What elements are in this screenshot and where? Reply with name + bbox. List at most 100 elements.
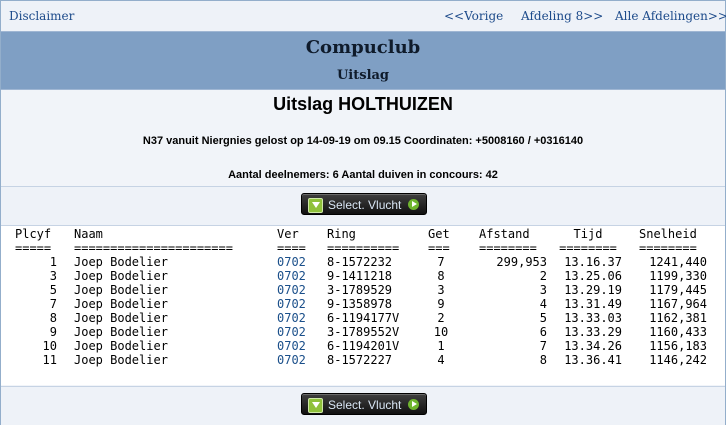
club-header: Compuclub Uitslag bbox=[1, 31, 725, 90]
separator-plcyf: ===== bbox=[15, 241, 52, 255]
afdeling-link[interactable]: Afdeling 8>> bbox=[521, 9, 603, 23]
participants-info: Aantal deelnemers: 6 Aantal duiven in co… bbox=[228, 169, 498, 181]
cell-tijd: 13.34.26 bbox=[564, 339, 622, 353]
cell-ring: 8-1572227 bbox=[327, 353, 393, 367]
cell-snelheid: 1241,440 bbox=[649, 255, 707, 269]
cell-afstand: 4 bbox=[539, 297, 547, 311]
select-flight-label: Select. Vlucht bbox=[328, 398, 402, 412]
cell-ring: 9-1411218 bbox=[327, 269, 393, 283]
cell-tijd: 13.29.19 bbox=[564, 283, 622, 297]
header-naam: Naam bbox=[74, 227, 103, 241]
header-get: Get bbox=[428, 227, 450, 241]
cell-naam: Joep Bodelier bbox=[74, 311, 168, 325]
cell-tijd: 13.33.03 bbox=[564, 311, 622, 325]
cell-ring: 3-1789552V bbox=[327, 325, 400, 339]
cell-get: 3 bbox=[437, 283, 445, 297]
select-flight-button-bottom[interactable]: Select. Vlucht bbox=[301, 393, 427, 415]
cell-ring: 6-1194177V bbox=[327, 311, 400, 325]
cell-get: 7 bbox=[437, 255, 445, 269]
cell-naam: Joep Bodelier bbox=[74, 325, 168, 339]
cell-afstand: 8 bbox=[539, 353, 547, 367]
separator-ver: ==== bbox=[277, 241, 306, 255]
separator-naam: ====================== bbox=[74, 241, 233, 255]
cell-plcyf: 3 bbox=[49, 269, 57, 283]
cell-tijd: 13.33.29 bbox=[564, 325, 622, 339]
all-afdelingen-link[interactable]: Alle Afdelingen>> bbox=[615, 9, 726, 23]
results-table: Plcyf ===== Naam ====================== Ver =… bbox=[1, 226, 725, 385]
download-icon bbox=[308, 198, 323, 213]
cell-afstand: 5 bbox=[539, 311, 547, 325]
cell-ring: 6-1194201V bbox=[327, 339, 400, 353]
download-icon bbox=[308, 398, 323, 413]
cell-ver[interactable]: 0702 bbox=[277, 325, 313, 339]
select-flight-button[interactable]: Select. Vlucht bbox=[301, 193, 427, 215]
cell-ver[interactable]: 0702 bbox=[277, 269, 313, 283]
cell-ver[interactable]: 0702 bbox=[277, 255, 313, 269]
cell-ver[interactable]: 0702 bbox=[277, 339, 313, 353]
header-tijd: Tijd bbox=[573, 227, 603, 241]
header-ver: Ver bbox=[277, 227, 299, 241]
cell-get: 2 bbox=[437, 311, 445, 325]
cell-snelheid: 1179,445 bbox=[649, 283, 707, 297]
cell-afstand: 299,953 bbox=[496, 255, 547, 269]
race-info: Uitslag HOLTHUIZEN N37 vanuit Niergnies … bbox=[1, 90, 725, 187]
cell-get: 8 bbox=[437, 269, 445, 283]
cell-snelheid: 1162,381 bbox=[649, 311, 707, 325]
header-plcyf: Plcyf bbox=[15, 227, 52, 241]
cell-afstand: 3 bbox=[539, 283, 547, 297]
disclaimer-link[interactable]: Disclaimer bbox=[9, 9, 74, 23]
cell-get: 9 bbox=[437, 297, 445, 311]
cell-snelheid: 1146,242 bbox=[649, 353, 707, 367]
cell-ring: 3-1789529 bbox=[327, 283, 393, 297]
button-row-bottom: Select. Vlucht bbox=[1, 386, 725, 425]
cell-ver[interactable]: 0702 bbox=[277, 283, 313, 297]
previous-link[interactable]: <<Vorige bbox=[444, 9, 503, 23]
page: Disclaimer <<Vorige Afdeling 8>> Alle Af… bbox=[0, 0, 726, 425]
separator-tijd: ======== bbox=[559, 241, 617, 255]
header-snelheid: Snelheid bbox=[639, 227, 697, 241]
cell-snelheid: 1167,964 bbox=[649, 297, 707, 311]
cell-snelheid: 1199,330 bbox=[649, 269, 707, 283]
cell-plcyf: 9 bbox=[49, 325, 57, 339]
select-flight-label: Select. Vlucht bbox=[328, 198, 402, 212]
cell-naam: Joep Bodelier bbox=[74, 269, 168, 283]
header-ring: Ring bbox=[327, 227, 356, 241]
club-title: Compuclub bbox=[305, 37, 421, 58]
cell-tijd: 13.16.37 bbox=[564, 255, 622, 269]
separator-afstand: ======== bbox=[479, 241, 537, 255]
cell-tijd: 13.36.41 bbox=[564, 353, 622, 367]
cell-afstand: 7 bbox=[539, 339, 547, 353]
cell-ver[interactable]: 0702 bbox=[277, 297, 313, 311]
arrow-right-icon bbox=[408, 199, 419, 210]
separator-get: === bbox=[428, 241, 450, 255]
race-title: Uitslag HOLTHUIZEN bbox=[273, 94, 453, 114]
release-info: N37 vanuit Niergnies gelost op 14-09-19 … bbox=[142, 135, 584, 147]
cell-tijd: 13.31.49 bbox=[564, 297, 622, 311]
cell-plcyf: 7 bbox=[49, 297, 57, 311]
cell-afstand: 2 bbox=[539, 269, 547, 283]
cell-get: 10 bbox=[433, 325, 449, 339]
cell-afstand: 6 bbox=[539, 325, 547, 339]
cell-ver[interactable]: 0702 bbox=[277, 353, 313, 367]
cell-ver[interactable]: 0702 bbox=[277, 311, 313, 325]
cell-tijd: 13.25.06 bbox=[564, 269, 622, 283]
cell-get: 4 bbox=[437, 353, 445, 367]
cell-plcyf: 10 bbox=[42, 339, 57, 353]
button-row-top: Select. Vlucht bbox=[1, 187, 725, 226]
cell-naam: Joep Bodelier bbox=[74, 283, 168, 297]
cell-naam: Joep Bodelier bbox=[74, 255, 168, 269]
cell-ring: 9-1358978 bbox=[327, 297, 393, 311]
cell-plcyf: 8 bbox=[49, 311, 57, 325]
top-navigation: Disclaimer <<Vorige Afdeling 8>> Alle Af… bbox=[1, 1, 726, 31]
cell-naam: Joep Bodelier bbox=[74, 353, 168, 367]
arrow-right-icon bbox=[408, 399, 419, 410]
cell-snelheid: 1160,433 bbox=[649, 325, 707, 339]
page-subtitle: Uitslag bbox=[336, 68, 390, 83]
cell-plcyf: 11 bbox=[42, 353, 57, 367]
separator-ring: ========== bbox=[327, 241, 400, 255]
header-afstand: Afstand bbox=[479, 227, 530, 241]
cell-snelheid: 1156,183 bbox=[649, 339, 707, 353]
cell-plcyf: 5 bbox=[49, 283, 57, 297]
cell-ring: 8-1572232 bbox=[327, 255, 393, 269]
cell-naam: Joep Bodelier bbox=[74, 339, 168, 353]
